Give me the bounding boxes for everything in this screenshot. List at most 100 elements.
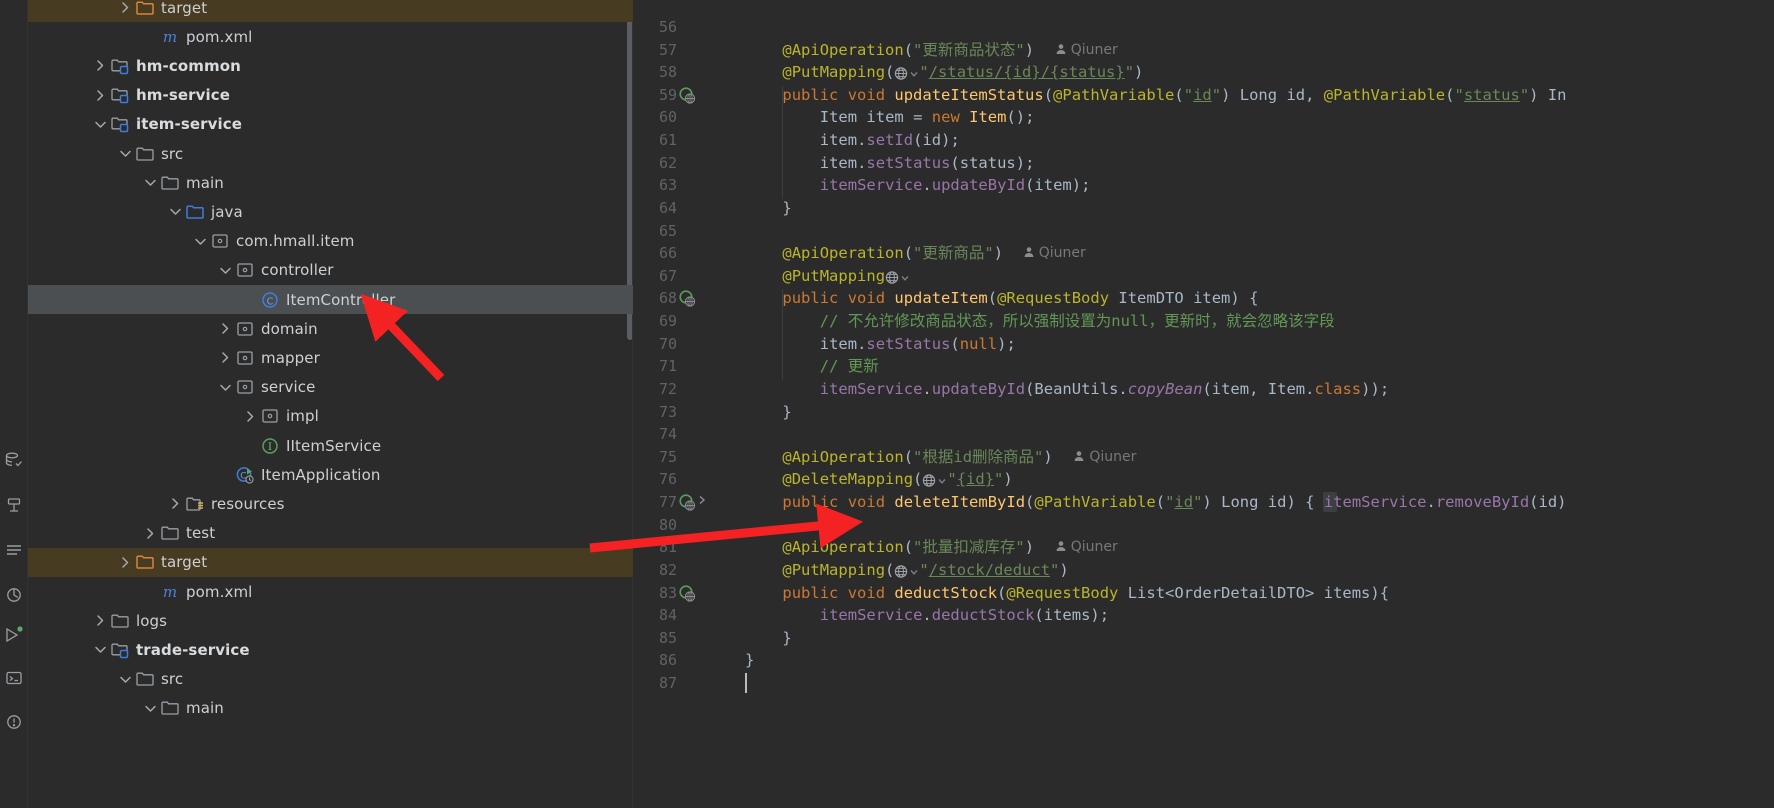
chevron-right-icon[interactable] (217, 321, 233, 337)
tree-item-itemcontroller[interactable]: C ItemController (28, 285, 633, 314)
chevron-right-icon[interactable] (92, 58, 108, 74)
chevron-down-icon[interactable] (92, 642, 108, 658)
tree-item-pom-xml[interactable]: m pom.xml (28, 577, 633, 606)
chevron-right-icon[interactable] (92, 87, 108, 103)
tree-item-pom-xml[interactable]: m pom.xml (28, 22, 633, 51)
chevron-right-icon[interactable] (117, 0, 133, 16)
code-line[interactable]: Item item = new Item(); (707, 106, 1774, 129)
tree-item-domain[interactable]: domain (28, 314, 633, 343)
tree-item-target[interactable]: target (28, 0, 633, 22)
chevron-down-icon[interactable] (192, 233, 208, 249)
code-line[interactable]: // 不允许修改商品状态，所以强制设置为null，更新时，就会忽略该字段 (707, 310, 1774, 333)
tree-item-src[interactable]: src (28, 665, 633, 694)
code-line[interactable]: item.setId(id); (707, 129, 1774, 152)
tree-item-com-hmall-item[interactable]: com.hmall.item (28, 227, 633, 256)
chevron-right-icon[interactable] (167, 496, 183, 512)
code-line[interactable]: @PutMapping("/status/{id}/{status}") (707, 61, 1774, 84)
code-line[interactable]: itemService.updateById(item); (707, 174, 1774, 197)
code-line[interactable]: @ApiOperation("更新商品") (707, 242, 1774, 265)
code-editor[interactable]: 56 57 58 59 60 61 62 63 64 65 66 67 68 69 70 71 72 73 74 75… (633, 0, 1774, 808)
chevron-down-icon[interactable] (142, 700, 158, 716)
chevron-right-icon[interactable] (142, 525, 158, 541)
code-line[interactable] (707, 672, 1774, 695)
structure-icon[interactable] (4, 495, 24, 515)
chevron-down-icon[interactable] (117, 671, 133, 687)
tree-item-item-service[interactable]: item-service (28, 110, 633, 139)
tree-item-impl[interactable]: impl (28, 402, 633, 431)
code-line[interactable]: itemService.updateById(BeanUtils.copyBea… (707, 378, 1774, 401)
project-tree-panel[interactable]: target m pom.xml hm-common hm-service item-se… (28, 0, 633, 808)
gutter-endpoint-icon[interactable] (679, 87, 696, 104)
code-line[interactable]: public void updateItem(@RequestBody Item… (707, 287, 1774, 310)
tree-item-label: hm-service (136, 86, 231, 105)
chevron-down-icon[interactable] (217, 379, 233, 395)
gutter-endpoint-icon[interactable] (679, 584, 696, 602)
tree-item-target[interactable]: target (28, 547, 633, 577)
run-icon[interactable] (4, 625, 24, 645)
code-line[interactable]: } (707, 197, 1774, 220)
code-line[interactable] (707, 514, 1774, 537)
code-line[interactable]: } (707, 649, 1774, 672)
code-line[interactable]: public void updateItemStatus(@PathVariab… (707, 84, 1774, 107)
code-line[interactable]: @ApiOperation("根据id删除商品") (707, 446, 1774, 469)
code-line[interactable]: itemService.deductStock(items); (707, 604, 1774, 627)
tree-item-logs[interactable]: logs (28, 606, 633, 635)
web-mapping-icon[interactable] (885, 267, 910, 290)
tree-item-mapper[interactable]: mapper (28, 343, 633, 372)
problems-icon[interactable] (4, 712, 24, 732)
code-line[interactable]: @PutMapping (707, 265, 1774, 288)
chevron-down-icon[interactable] (142, 175, 158, 191)
chevron-right-icon[interactable] (92, 613, 108, 629)
tree-item-label: logs (136, 611, 168, 630)
code-line[interactable]: // 更新 (707, 355, 1774, 378)
code-line[interactable]: @ApiOperation("批量扣减库存") (707, 536, 1774, 559)
code-line[interactable]: @ApiOperation("更新商品状态") (707, 39, 1774, 62)
chevron-right-icon[interactable] (242, 408, 258, 424)
web-mapping-icon[interactable] (922, 470, 947, 493)
web-mapping-icon[interactable] (894, 63, 919, 86)
gutter-endpoint-icon[interactable] (679, 290, 696, 308)
chevron-right-icon[interactable] (217, 350, 233, 366)
tree-item-test[interactable]: test (28, 519, 633, 548)
fold-expand-chevron-icon[interactable] (697, 491, 707, 514)
chevron-down-icon[interactable] (117, 146, 133, 162)
code-line[interactable]: public void deleteItemById(@PathVariable… (707, 491, 1774, 514)
code-line[interactable]: } (707, 627, 1774, 650)
tree-item-resources[interactable]: resources (28, 489, 633, 518)
tree-item-main[interactable]: main (28, 168, 633, 197)
tree-item-trade-service[interactable]: trade-service (28, 635, 633, 664)
chevron-down-icon[interactable] (217, 262, 233, 278)
tree-item-itemapplication[interactable]: C ItemApplication (28, 460, 633, 489)
code-line[interactable]: public void deductStock(@RequestBody Lis… (707, 582, 1774, 605)
editor-gutter[interactable]: 56 57 58 59 60 61 62 63 64 65 66 67 68 69 70 71 72 73 74 75… (633, 0, 707, 808)
gutter-endpoint-icon[interactable] (679, 494, 696, 511)
code-line[interactable]: item.setStatus(null); (707, 333, 1774, 356)
maven-m-icon: m (160, 582, 179, 601)
editor-code-area[interactable]: @ApiOperation("更新商品状态") Qiuner @PutMappin… (707, 0, 1774, 808)
terminal-icon[interactable] (4, 668, 24, 688)
code-line[interactable]: @PutMapping("/stock/deduct") (707, 559, 1774, 582)
chevron-down-icon[interactable] (167, 204, 183, 220)
code-line[interactable]: } (707, 401, 1774, 424)
code-line[interactable] (707, 16, 1774, 39)
code-line[interactable] (707, 423, 1774, 446)
chevron-right-icon[interactable] (117, 554, 133, 570)
tree-item-controller[interactable]: controller (28, 256, 633, 285)
tree-item-iitemservice[interactable]: I IItemService (28, 431, 633, 460)
web-mapping-icon[interactable] (894, 561, 919, 584)
tree-item-src[interactable]: src (28, 139, 633, 168)
tree-item-java[interactable]: java (28, 197, 633, 226)
profiler-icon[interactable] (4, 585, 24, 605)
tree-item-service[interactable]: service (28, 373, 633, 402)
code-line[interactable]: item.setStatus(status); (707, 152, 1774, 175)
code-line[interactable]: @DeleteMapping("{id}") (707, 468, 1774, 491)
tree-item-main[interactable]: main (28, 694, 633, 723)
indent-guide (782, 85, 784, 199)
notifications-list-icon[interactable] (4, 540, 24, 560)
chevron-down-icon[interactable] (92, 116, 108, 132)
database-icon[interactable] (4, 450, 24, 470)
tree-item-hm-common[interactable]: hm-common (28, 51, 633, 80)
vcs-author-annotation: Qiuner (1023, 242, 1086, 265)
code-line[interactable] (707, 220, 1774, 243)
tree-item-hm-service[interactable]: hm-service (28, 81, 633, 110)
